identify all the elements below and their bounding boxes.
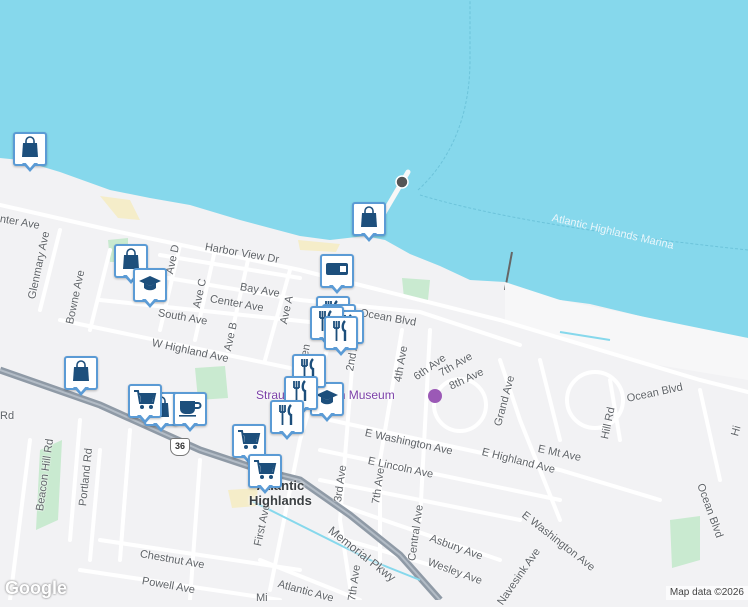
- shopping-cart-icon: [133, 388, 157, 415]
- map-marker-graduation-cap[interactable]: [133, 268, 169, 312]
- map-marker-shopping-bag[interactable]: [64, 356, 100, 400]
- restaurant-icon: [277, 403, 297, 431]
- shopping-bag-icon: [71, 359, 91, 387]
- cash-icon: [325, 261, 349, 282]
- shopping-bag-icon: [359, 205, 379, 233]
- route-shield: 36: [170, 438, 190, 456]
- shopping-cart-icon: [237, 428, 261, 455]
- graduation-cap-icon: [138, 273, 162, 298]
- map-marker-cash[interactable]: [320, 254, 356, 298]
- map-marker-shopping-bag[interactable]: [352, 202, 388, 246]
- park-4: [670, 516, 700, 568]
- coffee-icon: [178, 397, 202, 422]
- shopping-cart-icon: [253, 458, 277, 485]
- shopping-bag-icon: [20, 135, 40, 163]
- street-label: Rd: [0, 410, 15, 422]
- restaurant-icon: [331, 319, 351, 347]
- map-marker-shopping-cart[interactable]: [248, 454, 284, 498]
- map-marker-shopping-cart[interactable]: [128, 384, 164, 428]
- google-logo[interactable]: Google: [5, 578, 67, 599]
- map-marker-restaurant[interactable]: [270, 400, 306, 444]
- map-copyright[interactable]: Map data ©2026: [665, 586, 748, 600]
- street-label: Mi: [256, 592, 268, 604]
- map-marker-restaurant[interactable]: [324, 316, 360, 360]
- marina-icon-dot: [395, 175, 409, 189]
- map-marker-shopping-bag[interactable]: [13, 132, 49, 176]
- museum-icon-dot: [428, 389, 442, 403]
- map-marker-coffee[interactable]: [173, 392, 209, 436]
- map-canvas[interactable]: [0, 0, 748, 600]
